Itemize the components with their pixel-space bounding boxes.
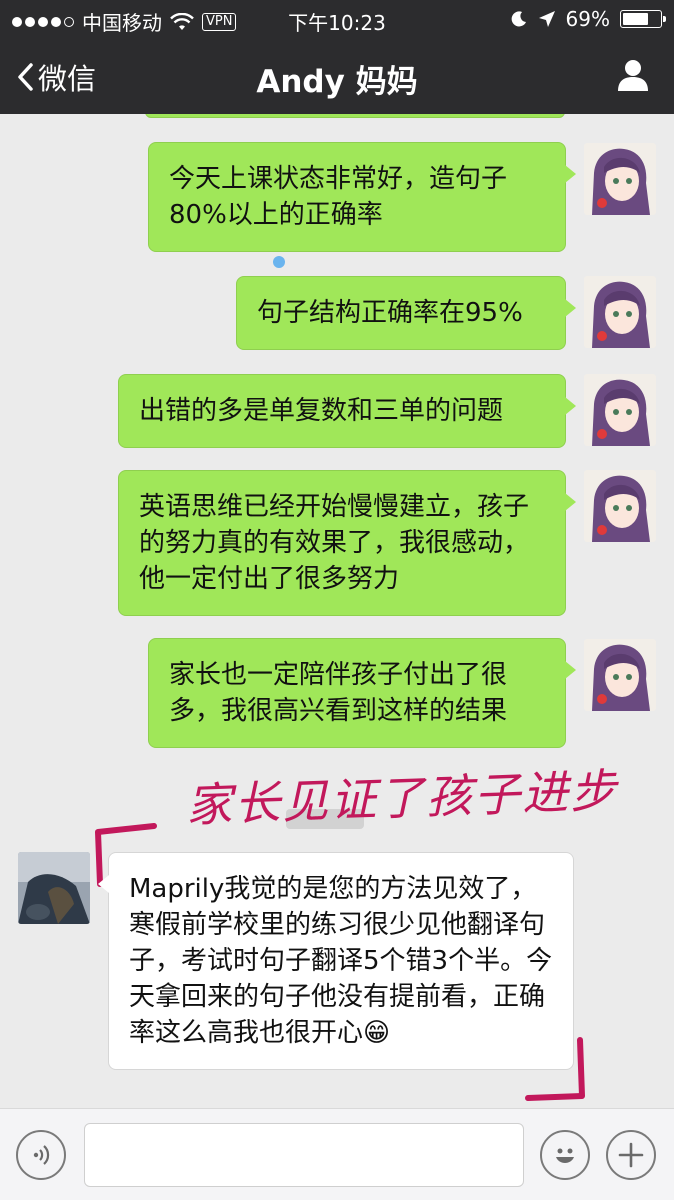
person-icon [618,60,648,91]
contact-message-bubble[interactable]: Maprily我觉的是您的方法见效了，寒假前学校里的练习很少见他翻译句子，考试时… [98,852,574,1070]
my-message-bubble[interactable]: 家长也一定陪伴孩子付出了很多，我很高兴看到这样的结果 [148,638,576,748]
my-message-bubble[interactable]: 今天上课状态非常好，造句子80%以上的正确率 [148,142,576,252]
status-bar: 中国移动 VPN 下午10:23 69% [0,0,674,38]
unread-dot [273,256,285,268]
my-avatar[interactable] [584,639,656,711]
voice-icon [33,1145,50,1165]
battery-percent: 69% [565,7,610,31]
my-message-bubble[interactable]: 句子结构正确率在95% [236,276,576,350]
smiley-icon [556,1148,574,1163]
chat-title: Andy 妈妈 [256,64,418,100]
previous-message-bubble [145,114,565,118]
profile-button[interactable] [616,58,650,96]
more-button[interactable] [606,1130,656,1180]
plus-icon [618,1142,644,1168]
chat-area[interactable]: 今天上课状态非常好，造句子80%以上的正确率 句子结构正确率在95% 出错的多是… [0,114,674,1108]
contact-avatar[interactable] [18,852,90,924]
my-avatar[interactable] [584,143,656,215]
battery-icon [620,10,666,28]
voice-button[interactable] [16,1130,66,1180]
message-input[interactable] [84,1123,524,1187]
battery-fill [623,13,648,25]
moon-icon [511,11,526,27]
handwritten-annotation: 家长见证了孩子进步 [185,763,619,833]
my-message-bubble[interactable]: 出错的多是单复数和三单的问题 [118,374,576,448]
emoji-button[interactable] [540,1130,590,1180]
nav-bar: 微信 Andy 妈妈 [0,38,674,114]
location-arrow-icon [538,11,555,27]
my-avatar[interactable] [584,374,656,446]
my-avatar[interactable] [584,470,656,542]
input-bar [0,1108,674,1200]
my-message-bubble[interactable]: 英语思维已经开始慢慢建立，孩子的努力真的有效果了，我很感动，他一定付出了很多努力 [118,470,576,616]
my-avatar[interactable] [584,276,656,348]
